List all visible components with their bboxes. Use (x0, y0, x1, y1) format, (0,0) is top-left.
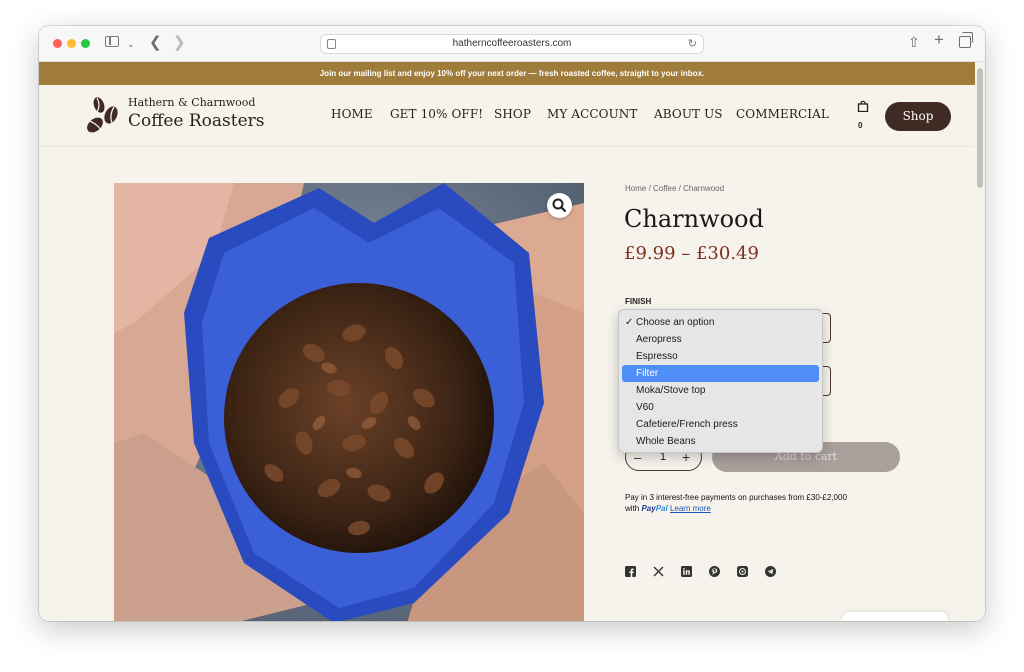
checkmark-icon: ✓ (625, 317, 634, 328)
paypal-message: Pay in 3 interest-free payments on purch… (625, 493, 847, 502)
x-icon[interactable] (653, 566, 664, 577)
finish-dropdown-menu: ✓ Choose an option Aeropress Espresso Fil… (618, 309, 823, 453)
finish-option[interactable]: Aeropress (622, 331, 819, 348)
nav-about-us[interactable]: ABOUT US (654, 107, 723, 121)
coffee-beans-logo-icon[interactable] (85, 96, 121, 136)
browser-window: ⌄ ❮ ❯ hatherncoffeeroasters.com ↻ ⇧ + Jo… (39, 26, 985, 621)
finish-option[interactable]: ✓ Choose an option (622, 314, 819, 331)
scrollbar-thumb[interactable] (977, 68, 983, 188)
linkedin-icon[interactable] (681, 566, 692, 577)
finish-option[interactable]: Whole Beans (622, 433, 819, 450)
finish-option[interactable]: V60 (622, 399, 819, 416)
breadcrumb: Home / Coffee / Charnwood (625, 184, 724, 193)
paypal-logo-pal: Pal (655, 504, 668, 513)
pinterest-icon[interactable] (709, 566, 720, 577)
logo-line2[interactable]: Coffee Roasters (128, 111, 264, 131)
shopping-bag-icon[interactable] (857, 100, 869, 112)
zoom-image-button[interactable] (547, 193, 572, 218)
shop-button[interactable]: Shop (885, 102, 951, 131)
product-image[interactable] (114, 183, 584, 621)
browser-toolbar: ⌄ ❮ ❯ hatherncoffeeroasters.com ↻ ⇧ + (39, 26, 985, 62)
nav-get-10-off[interactable]: GET 10% OFF! (390, 107, 483, 121)
url-text: hatherncoffeeroasters.com (452, 38, 572, 49)
share-icon[interactable]: ⇧ (908, 34, 920, 50)
page-scrollbar[interactable] (975, 62, 985, 621)
breadcrumb-home[interactable]: Home (625, 184, 646, 193)
chevron-down-icon[interactable]: ⌄ (127, 36, 135, 52)
telegram-icon[interactable] (765, 566, 776, 577)
paypal-message-line2: with PayPal Learn more (625, 504, 711, 513)
logo-line1[interactable]: Hathern & Charnwood (128, 96, 255, 109)
paypal-logo-pay: Pay (641, 504, 656, 513)
nav-home[interactable]: HOME (331, 107, 373, 121)
forward-arrow-icon[interactable]: ❯ (173, 35, 186, 51)
minimize-window-button[interactable] (67, 39, 76, 48)
nav-shop[interactable]: SHOP (494, 107, 531, 121)
site-header: Hathern & Charnwood Coffee Roasters HOME… (39, 85, 975, 147)
finish-option[interactable]: Espresso (622, 348, 819, 365)
magnifier-icon (552, 198, 567, 213)
zoom-window-button[interactable] (81, 39, 90, 48)
nav-my-account[interactable]: MY ACCOUNT (547, 107, 638, 121)
finish-option[interactable]: Moka/Stove top (622, 382, 819, 399)
finish-option-label: Choose an option (636, 317, 715, 328)
finish-label: FINISH (625, 297, 652, 306)
reload-icon[interactable]: ↻ (688, 37, 697, 50)
paypal-logo: PayPal (641, 504, 667, 513)
nav-commercial[interactable]: COMMERCIAL (736, 107, 829, 121)
sidebar-toggle-icon[interactable] (105, 36, 119, 47)
whatsapp-icon[interactable] (737, 566, 748, 577)
page-viewport: Join our mailing list and enjoy 10% off … (39, 62, 985, 621)
product-price: £9.99 – £30.49 (624, 243, 759, 264)
announcement-bar[interactable]: Join our mailing list and enjoy 10% off … (39, 62, 985, 85)
address-bar[interactable]: hatherncoffeeroasters.com ↻ (320, 34, 704, 54)
breadcrumb-current: Charnwood (683, 184, 725, 193)
cart-count[interactable]: 0 (858, 121, 862, 130)
paypal-with-text: with (625, 504, 642, 513)
tab-overview-icon[interactable] (959, 32, 973, 48)
facebook-icon[interactable] (625, 566, 636, 577)
finish-option[interactable]: Cafetiere/French press (622, 416, 819, 433)
close-window-button[interactable] (53, 39, 62, 48)
breadcrumb-coffee[interactable]: Coffee (653, 184, 676, 193)
new-tab-icon[interactable]: + (934, 31, 944, 48)
product-title: Charnwood (624, 205, 764, 233)
back-arrow-icon[interactable]: ❮ (149, 35, 162, 51)
finish-option-highlighted[interactable]: Filter (622, 365, 819, 382)
chat-widget[interactable] (842, 612, 948, 621)
learn-more-link[interactable]: Learn more (670, 504, 711, 513)
breadcrumb-separator: / (646, 184, 654, 193)
